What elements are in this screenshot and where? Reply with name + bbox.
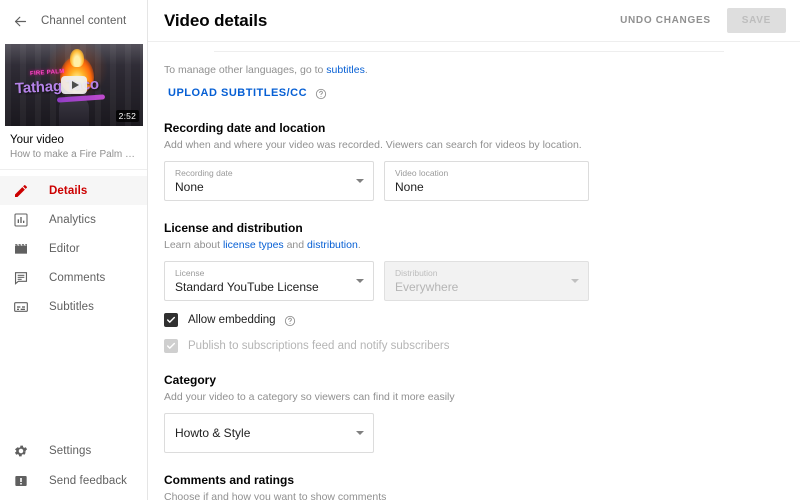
arrow-left-icon[interactable]	[11, 12, 29, 30]
chevron-down-icon	[356, 431, 364, 435]
distribution-select: Distribution Everywhere	[384, 261, 589, 301]
license-desc-middle: and	[283, 239, 308, 251]
channel-content-label[interactable]: Channel content	[41, 15, 126, 27]
video-location-value: None	[395, 180, 424, 194]
sidebar-item-editor[interactable]: Editor	[0, 234, 147, 263]
video-subtitle: How to make a Fire Palm Effect ~Gr...	[10, 149, 137, 160]
clapper-icon	[12, 240, 29, 257]
video-meta: Your video How to make a Fire Palm Effec…	[0, 126, 147, 170]
video-location-label: Video location	[395, 168, 449, 178]
category-fields: Howto & Style	[164, 413, 784, 453]
sidebar-item-label: Settings	[49, 445, 92, 457]
publish-feed-label: Publish to subscriptions feed and notify…	[188, 340, 450, 352]
video-duration-badge: 2:52	[115, 110, 139, 122]
comments-title: Comments and ratings	[164, 473, 295, 487]
undo-changes-button[interactable]: UNDO CHANGES	[618, 10, 713, 31]
category-section: Category Add your video to a category so…	[164, 373, 784, 453]
recording-date-value: None	[175, 180, 204, 194]
comments-description: Choose if and how you want to show comme…	[164, 491, 387, 500]
category-value: Howto & Style	[175, 425, 251, 440]
sidebar: Channel content FIRE PALM Tathag Taco 2:…	[0, 0, 148, 500]
license-types-link[interactable]: license types	[223, 239, 284, 251]
recording-fields: Recording date None Video location None	[164, 161, 784, 201]
allow-embedding-label: Allow embedding	[188, 314, 276, 326]
gear-icon	[12, 443, 29, 460]
license-desc-prefix: Learn about	[164, 239, 223, 251]
sidebar-item-label: Comments	[49, 271, 106, 284]
license-select[interactable]: License Standard YouTube License	[164, 261, 374, 301]
category-select[interactable]: Howto & Style	[164, 413, 374, 453]
pencil-icon	[12, 182, 29, 199]
chevron-down-icon	[571, 279, 579, 283]
distribution-value: Everywhere	[395, 280, 459, 294]
category-title: Category	[164, 373, 217, 387]
sidebar-footer: Settings Send feedback	[0, 436, 148, 496]
sidebar-item-analytics[interactable]: Analytics	[0, 205, 147, 234]
chevron-down-icon	[356, 179, 364, 183]
publish-feed-checkbox	[164, 339, 178, 353]
recording-description: Add when and where your video was record…	[164, 139, 582, 151]
license-description: Learn about license types and distributi…	[164, 239, 784, 251]
subtitles-link[interactable]: subtitles	[326, 64, 365, 76]
license-title: License and distribution	[164, 221, 303, 235]
sidebar-item-comments[interactable]: Comments	[0, 263, 147, 292]
allow-embedding-checkbox[interactable]	[164, 313, 178, 327]
subtitles-note-prefix: To manage other languages, go to	[164, 64, 327, 76]
subtitles-note: To manage other languages, go to subtitl…	[164, 64, 784, 76]
recording-section: Recording date and location Add when and…	[164, 121, 784, 201]
subtitles-note-suffix: .	[364, 64, 368, 76]
sidebar-item-details[interactable]: Details	[0, 176, 147, 205]
header-actions: UNDO CHANGES SAVE	[618, 8, 786, 33]
recording-date-label: Recording date	[175, 168, 233, 178]
bar-chart-icon	[12, 211, 29, 228]
publish-feed-row: Publish to subscriptions feed and notify…	[164, 339, 784, 353]
license-fields: License Standard YouTube License Distrib…	[164, 261, 784, 301]
allow-embedding-row: Allow embedding	[164, 313, 784, 327]
main-panel: Video details UNDO CHANGES SAVE To manag…	[148, 0, 800, 500]
video-thumbnail[interactable]: FIRE PALM Tathag Taco 2:52	[5, 44, 143, 126]
distribution-link[interactable]: distribution	[307, 239, 358, 251]
upload-subtitles-button[interactable]: UPLOAD SUBTITLES/CC	[168, 87, 307, 99]
help-circle-icon[interactable]	[284, 314, 296, 327]
sidebar-item-label: Editor	[49, 242, 80, 255]
chevron-down-icon	[356, 279, 364, 283]
save-button: SAVE	[726, 8, 786, 33]
youtube-studio-video-details-page: Channel content FIRE PALM Tathag Taco 2:…	[0, 0, 800, 500]
main-header: Video details UNDO CHANGES SAVE	[148, 0, 800, 42]
category-description: Add your video to a category so viewers …	[164, 391, 455, 403]
comment-icon	[12, 269, 29, 286]
sidebar-item-label: Analytics	[49, 213, 96, 226]
video-location-input[interactable]: Video location None	[384, 161, 589, 201]
sidebar-item-send-feedback[interactable]: Send feedback	[0, 466, 148, 496]
upload-subtitles-row: UPLOAD SUBTITLES/CC	[168, 87, 327, 100]
page-title: Video details	[164, 10, 268, 30]
license-label: License	[175, 268, 205, 278]
sidebar-item-label: Subtitles	[49, 300, 95, 313]
feedback-icon	[12, 473, 29, 490]
help-circle-icon[interactable]	[315, 87, 327, 100]
divider	[214, 51, 724, 52]
sidebar-item-subtitles[interactable]: Subtitles	[0, 292, 147, 321]
license-value: Standard YouTube License	[175, 280, 319, 294]
play-icon[interactable]	[61, 76, 87, 94]
comments-section: Comments and ratings Choose if and how y…	[164, 473, 784, 500]
sidebar-item-settings[interactable]: Settings	[0, 436, 148, 466]
sidebar-header: Channel content	[0, 0, 147, 42]
recording-title: Recording date and location	[164, 121, 326, 135]
sidebar-item-label: Details	[49, 184, 88, 197]
recording-date-select[interactable]: Recording date None	[164, 161, 374, 201]
distribution-label: Distribution	[395, 268, 438, 278]
license-section: License and distribution Learn about lic…	[164, 221, 784, 353]
sidebar-nav: Details Analytics Editor Comments Subtit…	[0, 170, 147, 321]
details-form: To manage other languages, go to subtitl…	[148, 51, 800, 500]
video-heading: Your video	[10, 134, 64, 146]
sidebar-item-label: Send feedback	[49, 475, 128, 487]
subtitles-icon	[12, 298, 29, 315]
license-desc-suffix: .	[357, 239, 361, 251]
